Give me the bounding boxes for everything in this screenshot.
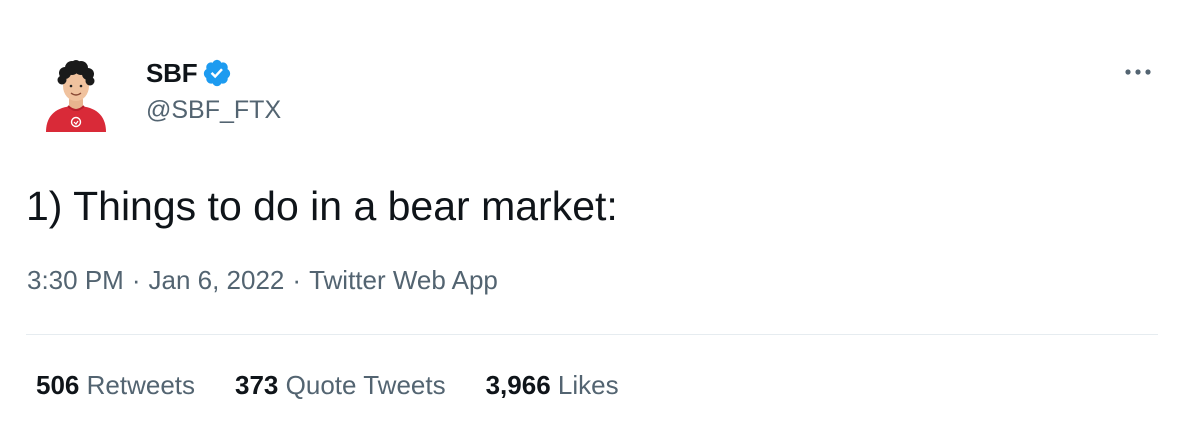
meta-separator: · — [131, 265, 141, 295]
tweet-container: SBF @SBF_FTX 1) Things to do in a bear m… — [0, 0, 1192, 440]
divider — [26, 334, 1158, 335]
quote-tweets-stat[interactable]: 373 Quote Tweets — [235, 370, 446, 401]
likes-stat[interactable]: 3,966 Likes — [486, 370, 619, 401]
display-name[interactable]: SBF — [146, 58, 198, 89]
name-row: SBF — [146, 56, 281, 90]
tweet-stats: 506 Retweets 373 Quote Tweets 3,966 Like… — [36, 370, 659, 401]
likes-label: Likes — [557, 370, 619, 400]
tweet-source[interactable]: Twitter Web App — [309, 265, 498, 295]
tweet-text: 1) Things to do in a bear market: — [26, 183, 618, 229]
avatar[interactable] — [40, 56, 112, 132]
quote-tweets-label: Quote Tweets — [285, 370, 446, 400]
tweet-date[interactable]: Jan 6, 2022 — [149, 265, 285, 295]
verified-badge-icon — [202, 58, 232, 88]
retweets-stat[interactable]: 506 Retweets — [36, 370, 195, 401]
avatar-image — [46, 60, 106, 132]
tweet-time[interactable]: 3:30 PM — [27, 265, 124, 295]
author-info: SBF @SBF_FTX — [146, 56, 281, 125]
retweets-count: 506 — [36, 370, 80, 400]
more-options-button[interactable] — [1118, 58, 1158, 86]
likes-count: 3,966 — [485, 370, 551, 400]
author-handle[interactable]: @SBF_FTX — [146, 96, 281, 125]
quote-tweets-count: 373 — [235, 370, 279, 400]
meta-separator: · — [292, 265, 302, 295]
retweets-label: Retweets — [86, 370, 196, 400]
tweet-meta: 3:30 PM · Jan 6, 2022 · Twitter Web App — [27, 265, 498, 296]
more-horizontal-icon — [1125, 69, 1151, 75]
